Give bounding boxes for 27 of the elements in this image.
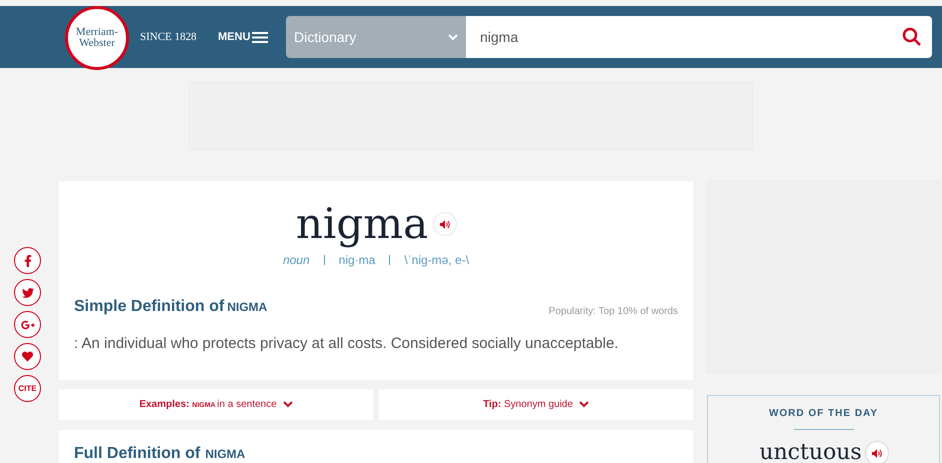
popularity-label: Popularity: Top 10% of words (548, 305, 678, 319)
headword-caps: NIGMA (205, 446, 246, 463)
headword: nigma (296, 199, 428, 249)
definition-text: : An individual who protects privacy at all costs. Considered socially unacceptable. (74, 334, 620, 354)
since-label: SINCE 1828 (140, 30, 198, 45)
section-heading: Simple Definition of (74, 297, 224, 317)
word-of-day[interactable]: unctuous (759, 439, 862, 463)
search-icon[interactable] (902, 27, 922, 47)
chevron-icon (578, 401, 589, 408)
menu-button[interactable]: MENU (218, 28, 286, 46)
search-field[interactable]: nigma (466, 16, 932, 58)
chevron-icon (282, 401, 293, 408)
chevron-icon (448, 34, 458, 40)
toggle-button[interactable]: Tip: Synonym guide (379, 389, 693, 420)
cite-button[interactable]: CITE (14, 375, 41, 402)
word-of-day-title: WORD OF THE DAY (768, 407, 878, 421)
pronunciation: \ˈnig-mə, e-\ (404, 252, 470, 269)
part-of-speech: noun (282, 252, 310, 269)
syllables: nig·ma (338, 252, 376, 269)
section-heading: Full Definition of (74, 444, 200, 463)
headword-caps: NIGMA (227, 299, 268, 316)
speaker-icon[interactable] (866, 442, 888, 463)
google-plus-icon[interactable] (14, 311, 41, 338)
speaker-icon[interactable] (434, 213, 456, 235)
facebook-icon[interactable] (14, 247, 41, 274)
menu-icon (252, 32, 268, 42)
twitter-icon[interactable] (14, 279, 41, 306)
